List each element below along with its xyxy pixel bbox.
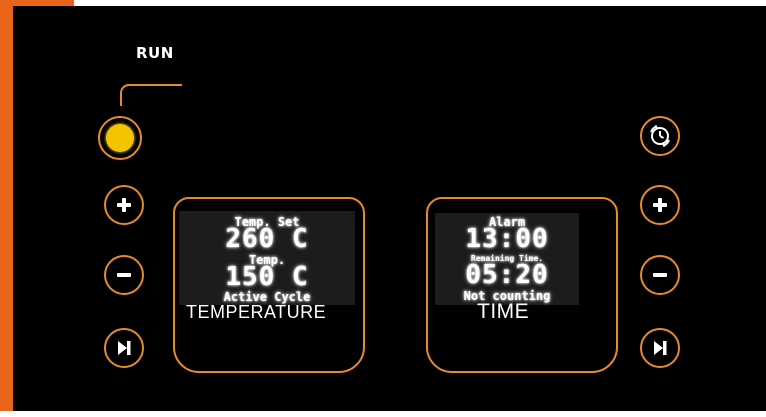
minus-icon: [649, 264, 671, 286]
alarm-clock-button[interactable]: [640, 116, 680, 156]
clock-cycle-icon: [650, 124, 670, 148]
time-caption: TIME: [477, 300, 530, 323]
temperature-caption: TEMPERATURE: [186, 302, 327, 322]
remaining-time-value: 05:20: [465, 260, 549, 290]
time-increase-button[interactable]: [640, 185, 680, 225]
alarm-time-value: 13:00: [465, 224, 549, 254]
temperature-increase-button[interactable]: [104, 185, 144, 225]
temperature-next-button[interactable]: [104, 328, 144, 368]
time-next-button[interactable]: [640, 328, 680, 368]
temperature-display: Temp. Set 260 C Temp. 150 C Active Cycle: [179, 211, 355, 305]
plus-icon: [649, 194, 671, 216]
temperature-decrease-button[interactable]: [104, 255, 144, 295]
bottom-border: [0, 411, 766, 417]
time-display: Alarm 13:00 Remaining Time. 05:20 Not co…: [435, 213, 579, 305]
orange-side-strip: [0, 6, 13, 411]
temp-set-value: 260 C: [225, 224, 309, 254]
minus-icon: [113, 264, 135, 286]
run-button[interactable]: [98, 116, 142, 160]
run-label: RUN: [136, 44, 174, 62]
skip-next-icon: [654, 341, 667, 355]
time-decrease-button[interactable]: [640, 255, 680, 295]
temp-current-value: 150 C: [225, 262, 309, 292]
run-lamp-icon: [106, 124, 134, 152]
run-connector-bend: [120, 84, 130, 106]
plus-icon: [113, 194, 135, 216]
skip-next-icon: [118, 341, 131, 355]
run-connector-line: [128, 84, 182, 86]
